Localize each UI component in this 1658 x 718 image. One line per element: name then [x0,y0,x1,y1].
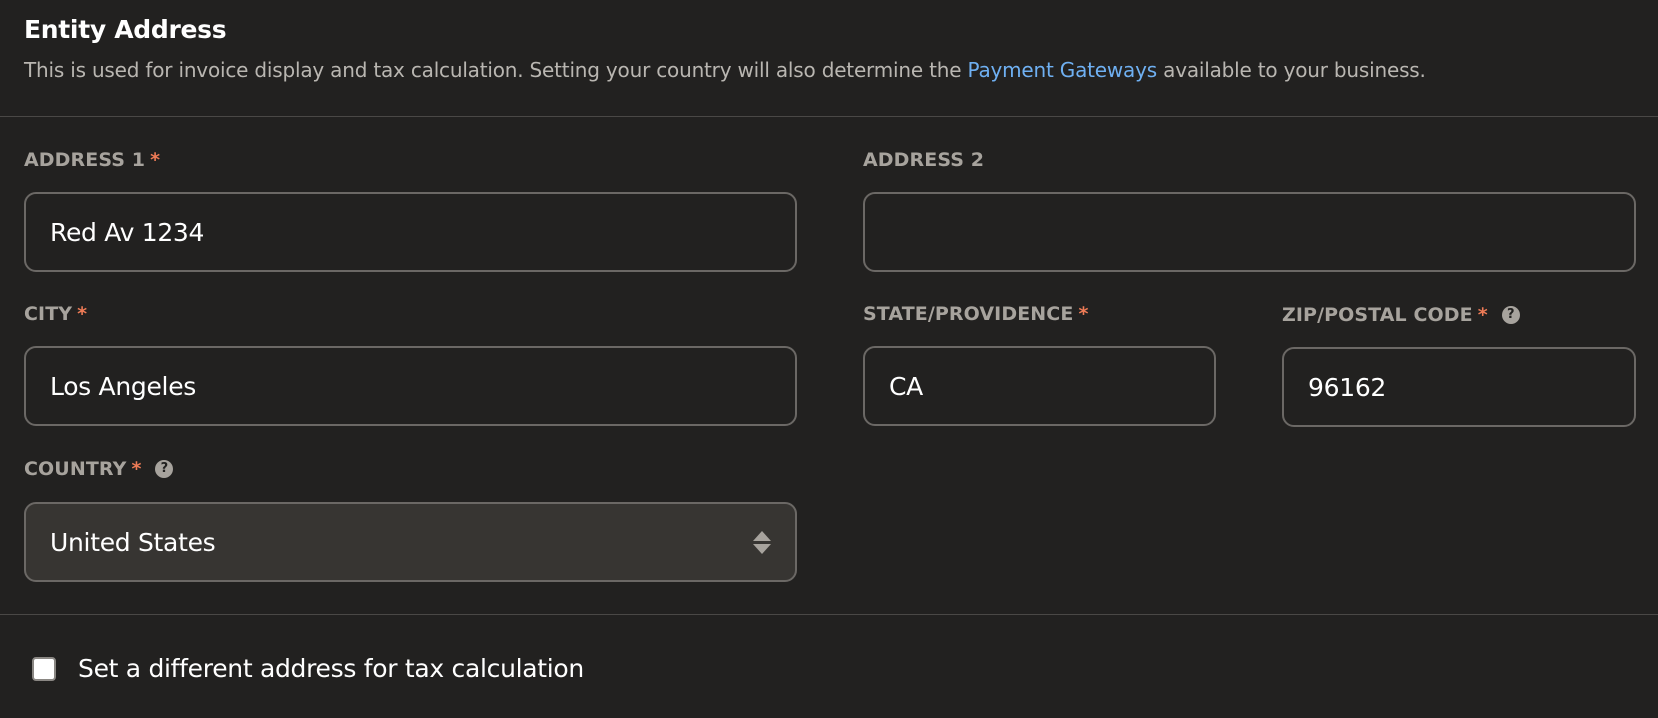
zip-required-marker: * [1477,304,1488,326]
arrow-up-icon [753,530,771,541]
state-label: STATE/PROVIDENCE * [863,301,1088,327]
section-title: Entity Address [24,15,227,44]
state-label-text: STATE/PROVIDENCE [863,303,1074,325]
address1-input[interactable] [24,192,797,272]
address2-label: ADDRESS 2 [863,147,984,173]
zip-help-icon[interactable]: ? [1501,306,1520,324]
description-text-before: This is used for invoice display and tax… [24,58,968,82]
section-header: Entity Address This is used for invoice … [24,14,1644,84]
address2-label-text: ADDRESS 2 [863,149,985,171]
state-required-marker: * [1078,303,1089,325]
address1-required-marker: * [150,149,161,171]
zip-label-text: ZIP/POSTAL CODE [1282,304,1473,326]
country-required-marker: * [131,458,142,480]
tax-address-checkbox[interactable] [32,656,56,681]
country-label: COUNTRY *? [24,456,174,482]
payment-gateways-link[interactable]: Payment Gateways [967,58,1157,82]
header-divider [0,116,1658,117]
address1-label: ADDRESS 1 * [24,147,160,173]
address2-input[interactable] [863,192,1636,272]
section-description: This is used for invoice display and tax… [24,56,1644,84]
address1-label-text: ADDRESS 1 [24,149,146,171]
country-select[interactable]: United States [24,502,797,582]
country-label-text: COUNTRY [24,458,127,480]
city-label-text: CITY [24,303,73,325]
arrow-down-icon [753,543,771,554]
state-input[interactable] [863,346,1216,426]
form-divider [0,614,1658,615]
city-input[interactable] [24,346,797,426]
select-arrows-icon [753,530,771,554]
city-required-marker: * [77,303,88,325]
description-text-after: available to your business. [1156,58,1426,82]
country-help-icon[interactable]: ? [155,460,174,478]
zip-input[interactable] [1282,347,1636,427]
country-selected-value: United States [50,527,216,557]
tax-address-checkbox-label[interactable]: Set a different address for tax calculat… [78,654,584,683]
zip-label: ZIP/POSTAL CODE *? [1282,302,1520,328]
city-label: CITY * [24,301,87,327]
tax-address-checkbox-row[interactable]: Set a different address for tax calculat… [32,654,584,683]
